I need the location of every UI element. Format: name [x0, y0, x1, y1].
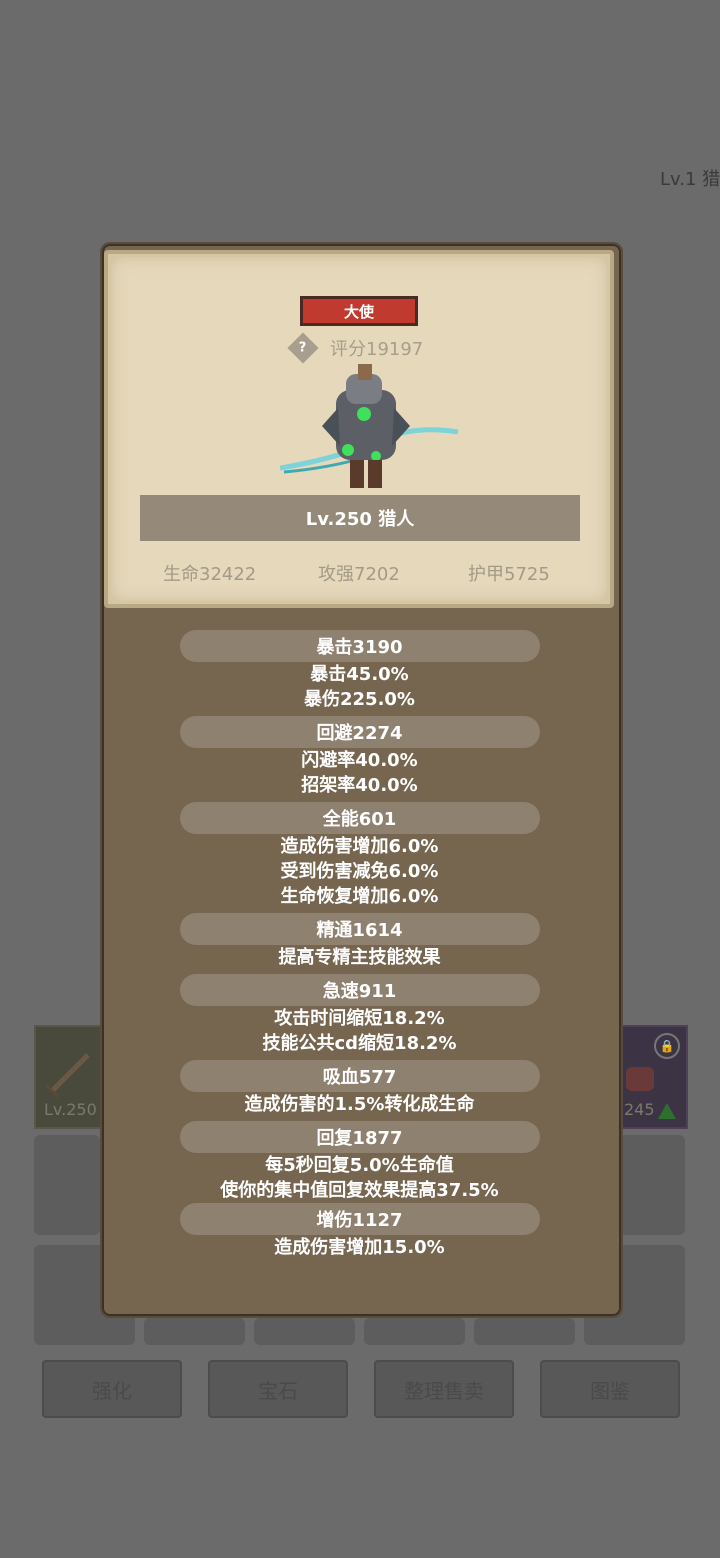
attribute-detail: 暴击45.0% — [310, 664, 409, 685]
attribute-detail: 闪避率40.0% — [301, 750, 418, 771]
hero-name-bar: Lv.250 猎人 — [140, 495, 580, 541]
armor-stat: 护甲5725 — [468, 564, 550, 585]
attribute-category: 回复1877 — [179, 1121, 540, 1153]
attack-stat: 攻强7202 — [318, 564, 400, 585]
hp-stat: 生命32422 — [163, 564, 257, 585]
attribute-category: 回避2274 — [179, 716, 540, 748]
equipment-level: 245 — [624, 1100, 655, 1119]
inventory-slot[interactable] — [364, 1318, 465, 1345]
attribute-detail: 暴伤225.0% — [304, 689, 415, 710]
attribute-detail: 攻击时间缩短18.2% — [274, 1008, 445, 1029]
upgrade-arrow-icon — [658, 1103, 676, 1119]
attribute-category: 吸血577 — [179, 1060, 540, 1092]
score-row: ? 评分19197 — [287, 332, 424, 364]
gem-button[interactable]: 宝石 — [208, 1360, 348, 1418]
enhance-button[interactable]: 强化 — [42, 1360, 182, 1418]
attribute-detail: 造成伤害增加6.0% — [280, 836, 439, 857]
attribute-detail: 技能公共cd缩短18.2% — [262, 1033, 457, 1054]
equipment-slot-gloves[interactable]: 🔒 245 — [618, 1025, 688, 1129]
gauntlet-icon — [626, 1067, 654, 1091]
attribute-category: 暴击3190 — [179, 630, 540, 662]
attribute-detail: 生命恢复增加6.0% — [280, 886, 439, 907]
inventory-slot[interactable] — [144, 1318, 245, 1345]
attribute-detail: 受到伤害减免6.0% — [280, 861, 439, 882]
equipment-level: Lv.250 — [44, 1100, 97, 1119]
inventory-slot[interactable] — [34, 1135, 100, 1235]
attribute-detail: 造成伤害的1.5%转化成生命 — [244, 1094, 475, 1115]
attribute-category: 增伤1127 — [179, 1203, 540, 1235]
attribute-category: 全能601 — [179, 802, 540, 834]
background-level-label: Lv.1 猎 — [660, 169, 720, 190]
attribute-detail: 使你的集中值回复效果提高37.5% — [220, 1180, 499, 1201]
attribute-list: 暴击3190 暴击45.0% 暴伤225.0% 回避2274 闪避率40.0% … — [100, 630, 619, 1260]
sort-sell-button[interactable]: 整理售卖 — [374, 1360, 514, 1418]
attribute-detail: 造成伤害增加15.0% — [274, 1237, 445, 1258]
inventory-slot[interactable] — [474, 1318, 575, 1345]
hunter-character-portrait — [280, 364, 459, 488]
bow-icon — [44, 1053, 90, 1099]
attribute-category: 急速911 — [179, 974, 540, 1006]
attribute-detail: 提高专精主技能效果 — [278, 947, 441, 968]
attribute-detail: 每5秒回复5.0%生命值 — [265, 1155, 454, 1176]
lock-icon[interactable]: 🔒 — [654, 1033, 680, 1059]
codex-button[interactable]: 图鉴 — [540, 1360, 680, 1418]
score-label: 评分19197 — [330, 339, 424, 360]
inventory-slot[interactable] — [619, 1135, 685, 1235]
attribute-detail: 招架率40.0% — [301, 775, 418, 796]
inventory-slot[interactable] — [254, 1318, 355, 1345]
equipment-slot-weapon[interactable]: Lv.250 — [34, 1025, 106, 1129]
attribute-category: 精通1614 — [179, 913, 540, 945]
rank-badge: 大使 — [300, 296, 418, 326]
help-icon[interactable]: ? — [287, 332, 319, 364]
